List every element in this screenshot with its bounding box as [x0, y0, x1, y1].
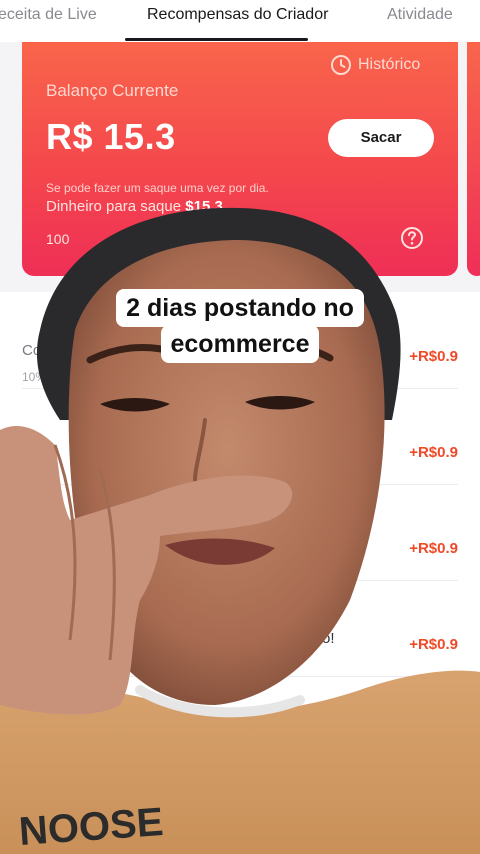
caption-line-1: 2 dias postando no	[116, 289, 364, 327]
available-label: Dinheiro para saque	[46, 198, 182, 215]
reward-amount: +R$0.9	[409, 540, 458, 557]
withdraw-button[interactable]: Sacar	[328, 119, 434, 157]
history-label: Histórico	[358, 56, 421, 73]
points-count: 100	[46, 231, 70, 247]
video-caption: 2 dias postando no ecommerce	[0, 289, 480, 363]
list-item[interactable]: Conquist o! +R$0.9	[22, 580, 458, 677]
tab-creator-rewards[interactable]: Recompensas do Criador	[147, 6, 328, 24]
tab-activity[interactable]: Atividade	[387, 6, 453, 24]
balance-card: Histórico Balanço Currente R$ 15.3 Sacar…	[22, 42, 458, 276]
tab-live-revenue[interactable]: eceita de Live	[0, 6, 97, 24]
reward-subtitle: 10%	[22, 370, 47, 384]
withdraw-note: Se pode fazer um saque uma vez por dia.	[46, 181, 269, 195]
tab-bar: eceita de Live Recompensas do Criador At…	[0, 0, 480, 42]
balance-title: Balanço Currente	[46, 81, 179, 100]
active-tab-indicator	[125, 38, 308, 41]
reward-list: Conq 10% +R$0.9 Con +R$0.9 Co +R$0.9 Con…	[0, 292, 480, 854]
history-link[interactable]: Histórico	[330, 54, 420, 76]
balance-amount: R$ 15.3	[46, 116, 176, 157]
help-icon[interactable]	[400, 226, 424, 250]
reward-title: Conquist	[22, 630, 82, 647]
app-screen: eceita de Live Recompensas do Criador At…	[0, 0, 480, 854]
caption-line-2: ecommerce	[160, 325, 320, 363]
list-item[interactable]: Con +R$0.9	[22, 388, 458, 485]
reward-title-suffix: o!	[322, 630, 335, 647]
list-item[interactable]: Co +R$0.9	[22, 484, 458, 581]
reward-amount: +R$0.9	[409, 444, 458, 461]
available-value: $15.3	[185, 198, 223, 215]
reward-amount: +R$0.9	[409, 636, 458, 653]
reward-title: Co	[22, 534, 42, 551]
reward-title: Con	[22, 438, 50, 455]
next-card-peek	[467, 42, 480, 276]
available-row: Dinheiro para saque $15.3	[46, 198, 223, 215]
clock-icon	[331, 55, 351, 75]
